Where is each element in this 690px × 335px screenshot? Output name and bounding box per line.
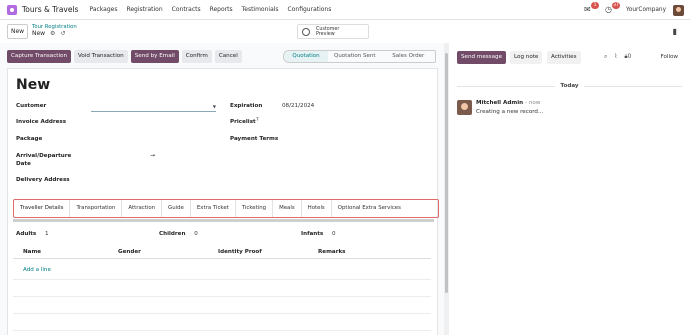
stage-quotation-sent[interactable]: Quotation Sent	[328, 51, 382, 62]
preview-label-2: Preview	[316, 31, 335, 37]
tab-transportation[interactable]: Transportation	[70, 200, 123, 217]
breadcrumb: Tour Registration New ⚙ ↺	[32, 24, 77, 38]
activities-badge: 37	[612, 2, 621, 9]
customer-input[interactable]: ▼	[91, 104, 216, 112]
table-row-divider	[13, 296, 431, 297]
notebook-tabs: Traveller Details Transportation Attract…	[13, 199, 439, 218]
col-remarks[interactable]: Remarks	[318, 249, 346, 255]
tab-optional-extra-services[interactable]: Optional Extra Services	[332, 200, 407, 217]
add-line-link[interactable]: Add a line	[23, 267, 51, 273]
gear-icon[interactable]: ⚙	[50, 30, 55, 37]
company-switcher[interactable]: YourCompany	[626, 7, 666, 13]
adults-label: Adults	[16, 231, 37, 237]
menu-packages[interactable]: Packages	[89, 6, 117, 13]
children-field: Children 0	[159, 231, 198, 237]
chat-icon[interactable]: ✉ 1	[584, 2, 600, 15]
control-panel: New Tour Registration New ⚙ ↺ Customer P…	[0, 21, 690, 43]
message-author: Mitchell Admin - now	[476, 100, 540, 106]
menu-configurations[interactable]: Configurations	[288, 6, 332, 13]
message-body: Creating a new record...	[476, 109, 544, 115]
send-by-email-button[interactable]: Send by Email	[130, 50, 179, 63]
payment-terms-label: Payment Terms	[230, 136, 279, 142]
col-identity-proof[interactable]: Identity Proof	[218, 249, 262, 255]
menu-reports[interactable]: Reports	[210, 6, 233, 13]
tab-attraction[interactable]: Attraction	[122, 200, 163, 217]
follower-count: 0	[627, 53, 632, 60]
package-label: Package	[16, 136, 43, 142]
delivery-address-label: Delivery Address	[16, 177, 70, 183]
divider-right	[584, 86, 682, 87]
tab-guide[interactable]: Guide	[162, 200, 191, 217]
stage-quotation[interactable]: Quotation	[284, 51, 328, 62]
record-title: New	[16, 77, 51, 93]
menu-contracts[interactable]: Contracts	[172, 6, 201, 13]
tab-hotels[interactable]: Hotels	[302, 200, 332, 217]
pricelist-label: Pricelist	[230, 119, 256, 125]
infants-label: Infants	[301, 231, 324, 237]
children-input[interactable]: 0	[194, 231, 198, 237]
date-range-arrow-icon: →	[150, 152, 156, 159]
app-name[interactable]: Tours & Travels	[22, 5, 78, 14]
search-icon[interactable]: ⌕	[604, 53, 607, 61]
tab-traveller-details[interactable]: Traveller Details	[14, 200, 71, 217]
author-avatar[interactable]	[457, 100, 472, 115]
table-row-divider	[13, 330, 431, 331]
breadcrumb-current: New	[32, 30, 46, 37]
adults-input[interactable]: 1	[45, 231, 49, 237]
table-row-divider	[13, 313, 431, 314]
col-gender[interactable]: Gender	[118, 249, 141, 255]
customer-preview-button[interactable]: Customer Preview	[297, 24, 369, 39]
pricelist-help-icon[interactable]: ?	[256, 117, 259, 123]
tabs-scrollbar[interactable]	[13, 219, 434, 222]
cancel-button[interactable]: Cancel	[214, 50, 242, 63]
expiration-input[interactable]: 08/21/2024	[282, 103, 314, 109]
tab-ticketing[interactable]: Ticketing	[236, 200, 274, 217]
capture-transaction-button[interactable]: Capture Transaction	[7, 50, 72, 63]
log-note-button[interactable]: Log note	[510, 51, 543, 64]
send-message-button[interactable]: Send message	[457, 51, 507, 64]
menu-registration[interactable]: Registration	[126, 6, 162, 13]
undo-icon[interactable]: ↺	[60, 30, 65, 37]
scrollbar-thumb[interactable]	[445, 53, 448, 293]
stage-sales-order[interactable]: Sales Order	[382, 51, 436, 62]
attachment-panel-icon[interactable]: ▮	[673, 27, 677, 36]
arrival-departure-label: Arrival/Departure	[16, 153, 72, 159]
tab-extra-ticket[interactable]: Extra Ticket	[191, 200, 236, 217]
globe-icon	[302, 27, 310, 36]
menu-testimonials[interactable]: Testimonials	[242, 6, 279, 13]
main-menu: Packages Registration Contracts Reports …	[89, 6, 331, 13]
invoice-address-label: Invoice Address	[16, 119, 67, 125]
tab-meals[interactable]: Meals	[273, 200, 302, 217]
confirm-button[interactable]: Confirm	[181, 50, 212, 63]
chatter-tools: ⌕ ⌇ 🔒︎0	[604, 53, 631, 61]
table-row-divider	[13, 279, 431, 280]
top-navbar: Tours & Travels Packages Registration Co…	[0, 0, 690, 20]
navbar-systray: ✉ 1 ◷ 37 YourCompany	[584, 0, 684, 20]
void-transaction-button[interactable]: Void Transaction	[74, 50, 128, 63]
infants-input[interactable]: 0	[332, 231, 336, 237]
chevron-down-icon[interactable]: ▼	[213, 104, 216, 109]
message-time: - now	[525, 100, 541, 106]
author-name[interactable]: Mitchell Admin	[476, 100, 523, 106]
adults-field: Adults 1	[16, 231, 49, 237]
form-sheet: New Customer ▼ Invoice Address Package A…	[7, 68, 439, 335]
user-avatar[interactable]	[673, 4, 684, 16]
follow-button[interactable]: Follow	[660, 54, 678, 60]
chatter-panel: Send message Log note Activities ⌕ ⌇ 🔒︎0…	[449, 43, 690, 335]
messages-badge: 1	[591, 2, 600, 9]
children-label: Children	[159, 231, 186, 237]
col-name[interactable]: Name	[23, 249, 41, 255]
customer-label: Customer	[16, 103, 47, 109]
traveller-table-header: Name Gender Identity Proof Remarks	[13, 245, 431, 259]
apps-icon[interactable]	[7, 4, 17, 15]
clock-icon[interactable]: ◷ 37	[605, 2, 621, 15]
infants-field: Infants 0	[301, 231, 336, 237]
activities-button[interactable]: Activities	[547, 51, 581, 64]
expiration-label: Expiration	[230, 103, 263, 109]
arrival-date-label: Date	[16, 161, 31, 167]
paperclip-icon[interactable]: ⌇	[614, 53, 617, 61]
new-button[interactable]: New	[7, 24, 28, 39]
status-stages: Quotation Quotation Sent Sales Order	[283, 50, 436, 63]
lock-icon[interactable]: 🔒︎0	[624, 53, 631, 61]
